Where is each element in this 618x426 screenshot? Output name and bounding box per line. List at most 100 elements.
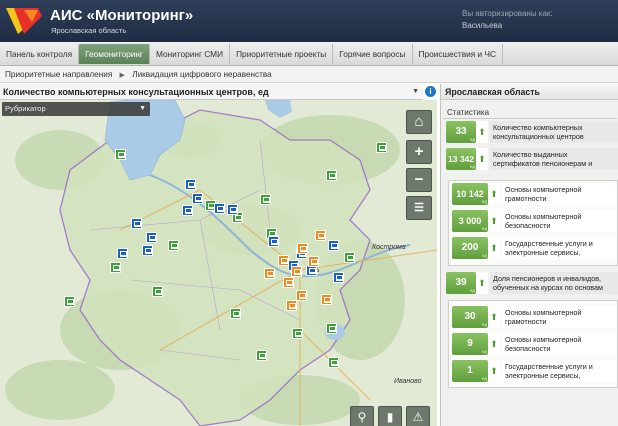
arrow-up-icon: ⬆ — [476, 121, 488, 143]
arrow-up-icon: ⬆ — [476, 272, 488, 294]
stat-row[interactable]: 39 ед ⬆ Доля пенсионеров и инвалидов, обу… — [444, 272, 618, 294]
stat-row[interactable]: 1 ед ⬆ Государственные услуги и электронн… — [452, 360, 616, 382]
monitor-marker-icon[interactable] — [131, 218, 142, 229]
monitor-marker-icon[interactable] — [115, 149, 126, 160]
monitor-marker-icon[interactable] — [328, 240, 339, 251]
tab-media-monitoring[interactable]: Мониторинг СМИ — [150, 44, 231, 64]
monitor-marker-icon[interactable] — [321, 294, 332, 305]
monitor-marker-icon[interactable] — [230, 308, 241, 319]
stat-row[interactable]: 9 ед ⬆ Основы компьютерной безопасности — [452, 333, 616, 355]
monitor-marker-icon[interactable] — [315, 230, 326, 241]
stat-value: 33 ед — [446, 121, 476, 143]
monitor-marker-icon[interactable] — [227, 204, 238, 215]
monitor-marker-icon[interactable] — [292, 328, 303, 339]
monitor-marker-icon[interactable] — [214, 203, 225, 214]
stat-value: 3 000 ед — [452, 210, 488, 232]
monitor-marker-icon[interactable] — [286, 300, 297, 311]
arrow-up-icon: ⬆ — [488, 210, 500, 232]
map-base — [0, 100, 437, 426]
panel-title: Ярославская область — [441, 84, 618, 100]
arrow-up-icon: ⬆ — [476, 148, 488, 170]
stat-row[interactable]: 200 ед ⬆ Государственные услуги и электро… — [452, 237, 616, 259]
app-header: АИС «Мониторинг» Ярославская область Вы … — [0, 0, 618, 42]
layer-select-value: Количество компьютерных консультационных… — [3, 87, 269, 97]
monitor-marker-icon[interactable] — [185, 179, 196, 190]
stat-value: 30 ед — [452, 306, 488, 328]
search-icon[interactable]: ⚲ — [350, 406, 374, 426]
monitor-marker-icon[interactable] — [64, 296, 75, 307]
stat-row[interactable]: 33 ед ⬆ Количество компьютерных консульта… — [444, 121, 618, 143]
monitor-marker-icon[interactable] — [256, 350, 267, 361]
stat-value: 39 ед — [446, 272, 476, 294]
breadcrumb-item-directions[interactable]: Приоритетные направления — [5, 70, 112, 79]
stat-label: Государственные услуги и электронные сер… — [502, 360, 616, 382]
arrow-up-icon: ⬆ — [488, 333, 500, 355]
chevron-down-icon: ▼ — [139, 105, 146, 112]
map-view[interactable]: Рубрикатор ▼ ⌂ + − ☰ Кострома Иваново ль — [0, 100, 437, 426]
monitor-marker-icon[interactable] — [344, 252, 355, 263]
monitor-marker-icon[interactable] — [296, 290, 307, 301]
monitor-marker-icon[interactable] — [326, 323, 337, 334]
monitor-marker-icon[interactable] — [308, 256, 319, 267]
zoom-out-icon[interactable]: − — [406, 168, 432, 192]
city-label-ivanovo: Иваново — [394, 378, 422, 385]
stats-section-label: Статистика — [447, 108, 490, 117]
monitor-marker-icon[interactable] — [268, 236, 279, 247]
stat-label: Количество выданных сертификатов пенсион… — [490, 148, 618, 170]
stat-value: 10 142 ед — [452, 183, 488, 205]
auth-label: Вы авторизированы как: — [462, 9, 553, 18]
breadcrumb-item-current: Ликвидация цифрового неравенства — [132, 70, 272, 79]
layer-select[interactable]: Количество компьютерных консультационных… — [0, 84, 423, 100]
stat-label: Доля пенсионеров и инвалидов, обученных … — [490, 272, 618, 294]
breadcrumb-arrow-icon: ▶ — [119, 72, 125, 79]
tab-priority-projects[interactable]: Приоритетные проекты — [230, 44, 334, 64]
divider — [443, 118, 617, 119]
stat-value: 1 ед — [452, 360, 488, 382]
zoom-in-icon[interactable]: + — [406, 140, 432, 164]
tab-control-panel[interactable]: Панель контроля — [0, 44, 80, 64]
monitor-marker-icon[interactable] — [146, 232, 157, 243]
tab-geomonitoring[interactable]: Геомониторинг — [79, 44, 150, 64]
stat-row[interactable]: 30 ед ⬆ Основы компьютерной грамотности — [452, 306, 616, 328]
monitor-marker-icon[interactable] — [376, 142, 387, 153]
legend-icon[interactable]: ☰ — [406, 196, 432, 220]
stat-value: 200 ед — [452, 237, 488, 259]
app-title: АИС «Мониторинг» — [50, 7, 194, 24]
stat-value: 9 ед — [452, 333, 488, 355]
arrow-up-icon: ⬆ — [488, 306, 500, 328]
monitor-marker-icon[interactable] — [182, 205, 193, 216]
monitor-marker-icon[interactable] — [264, 268, 275, 279]
monitor-marker-icon[interactable] — [333, 272, 344, 283]
stat-label: Государственные услуги и электронные сер… — [502, 237, 616, 259]
auth-user[interactable]: Васильева — [462, 20, 553, 32]
monitor-marker-icon[interactable] — [326, 170, 337, 181]
app-subtitle: Ярославская область — [51, 26, 127, 35]
stat-row[interactable]: 3 000 ед ⬆ Основы компьютерной безопаснос… — [452, 210, 616, 232]
monitor-marker-icon[interactable] — [291, 266, 302, 277]
stat-row[interactable]: 13 342 ед ⬆ Количество выданных сертифика… — [444, 148, 618, 170]
arrow-up-icon: ⬆ — [488, 183, 500, 205]
rubricator-select[interactable]: Рубрикатор ▼ — [2, 102, 150, 116]
info-icon[interactable]: i — [425, 86, 436, 97]
monitor-marker-icon[interactable] — [192, 193, 203, 204]
monitor-marker-icon[interactable] — [297, 243, 308, 254]
monitor-marker-icon[interactable] — [278, 255, 289, 266]
monitor-marker-icon[interactable] — [110, 262, 121, 273]
monitor-marker-icon[interactable] — [142, 245, 153, 256]
monitor-marker-icon[interactable] — [328, 357, 339, 368]
tab-incidents[interactable]: Происшествия и ЧС — [413, 44, 503, 64]
monitor-marker-icon[interactable] — [152, 286, 163, 297]
city-label-kostroma: Кострома — [372, 244, 406, 251]
monitor-marker-icon[interactable] — [260, 194, 271, 205]
home-icon[interactable]: ⌂ — [406, 110, 432, 134]
warning-icon[interactable]: ⚠ — [406, 406, 430, 426]
stat-value: 13 342 ед — [446, 148, 476, 170]
monitor-marker-icon[interactable] — [283, 277, 294, 288]
monitor-marker-icon[interactable] — [117, 248, 128, 259]
breadcrumb: Приоритетные направления ▶ Ликвидация ци… — [0, 66, 618, 83]
monitor-marker-icon[interactable] — [168, 240, 179, 251]
arrow-up-icon: ⬆ — [488, 360, 500, 382]
tab-hot-issues[interactable]: Горячие вопросы — [333, 44, 413, 64]
stat-row[interactable]: 10 142 ед ⬆ Основы компьютерной грамотнос… — [452, 183, 616, 205]
chart-icon[interactable]: ▮ — [378, 406, 402, 426]
